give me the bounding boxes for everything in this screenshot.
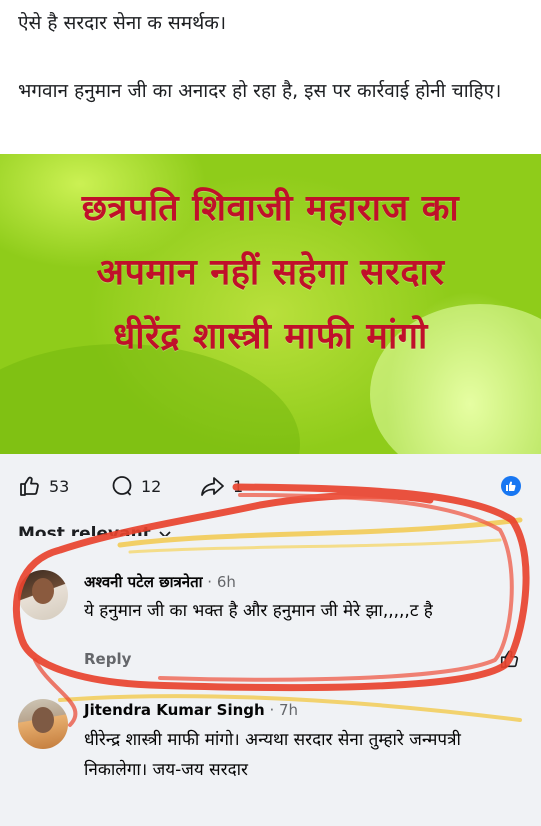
comment-2-text: धीरेन्द्र शास्त्री माफी मांगो। अन्यथा सर… [84,730,461,780]
reactions-bar: 53 12 1 Most relevant [0,454,541,544]
commenter-1-avatar[interactable] [18,570,68,620]
comment-2-author-name: Jitendra Kumar Singh [84,701,265,719]
comment-2-author[interactable]: Jitendra Kumar Singh · 7h [84,701,298,719]
share-arrow-icon [200,474,226,498]
banner-swoosh-shape [0,344,300,454]
post-text-line-1: ऐसे है सरदार सेना क समर्थक। [18,12,227,34]
avatar-face-shape [32,707,54,733]
banner-line-3: धीरेंद्र शास्त्री माफी मांगो [113,316,428,357]
avatar-face-shape [32,578,54,604]
comments-section: अश्वनी पटेल छात्रनेता · 6h ये हनुमान जी … [0,536,541,826]
like-badge-icon [501,476,521,496]
comment-like-icon[interactable] [499,648,521,674]
like-count: 53 [49,476,70,496]
banner-line-2: अपमान नहीं सहेगा सरदार [96,252,445,293]
commenter-2-avatar[interactable] [18,699,68,749]
share-reaction-button[interactable]: 1 [200,474,243,498]
share-count: 1 [233,476,244,496]
comment-1-text: ये हनुमान जी का भक्त है और हनुमान जी मेर… [84,601,433,621]
comment-count: 12 [141,476,162,496]
thumbs-up-icon [18,474,42,498]
comment-bubble-icon [110,474,134,498]
banner-line-1: छत्रपति शिवाजी महाराज का [81,188,460,229]
like-reaction-button[interactable]: 53 [18,474,69,498]
comment-2-time: · 7h [264,701,299,719]
comment-1-author-name: अश्वनी पटेल छात्रनेता [84,573,203,591]
comment-1-time: · 6h [202,573,236,591]
comment-1-author[interactable]: अश्वनी पटेल छात्रनेता · 6h [84,572,236,592]
comment-1-reply-button[interactable]: Reply [84,650,131,668]
comment-reaction-button[interactable]: 12 [110,474,161,498]
post-text-line-2: भगवान हनुमान जी का अनादर हो रहा है, इस प… [18,80,502,102]
post-image-banner[interactable]: छत्रपति शिवाजी महाराज का अपमान नहीं सहेग… [0,154,541,454]
